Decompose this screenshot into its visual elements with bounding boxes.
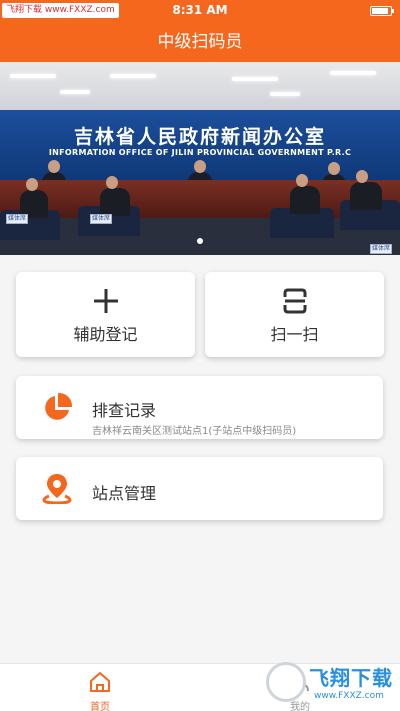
banner-subtitle: INFORMATION OFFICE OF JILIN PROVINCIAL G…: [48, 148, 352, 157]
location-pin-icon: [41, 472, 73, 505]
pie-chart-icon: [41, 392, 73, 424]
watermark-circle-icon: [266, 662, 306, 702]
seat-sign: 媒体席: [370, 244, 392, 254]
station-management-item[interactable]: 站点管理: [16, 457, 383, 520]
watermark-brand: 飞翔下载: [309, 666, 393, 690]
inspection-records-item[interactable]: 排查记录 吉林祥云南关区测试站点1(子站点中级扫码员): [16, 376, 383, 439]
stations-title: 站点管理: [92, 484, 157, 503]
tab-home[interactable]: 首页: [0, 664, 200, 711]
battery-icon: [370, 6, 394, 16]
records-title: 排查记录: [92, 401, 157, 420]
plus-icon: [16, 288, 195, 314]
home-icon: [88, 670, 112, 694]
banner-image[interactable]: 吉林省人民政府新闻办公室 INFORMATION OFFICE OF JILIN…: [0, 62, 400, 255]
register-button[interactable]: 辅助登记: [16, 272, 195, 357]
banner-audience: [0, 170, 400, 255]
seat-sign: 媒体席: [90, 214, 112, 224]
scan-button[interactable]: 扫一扫: [205, 272, 384, 357]
page-title: 中级扫码员: [0, 22, 400, 62]
register-label: 辅助登记: [73, 325, 138, 344]
seat-sign: 媒体席: [6, 214, 28, 224]
status-time: 8:31 AM: [172, 3, 228, 17]
watermark-url: www.FXXZ.com: [314, 691, 384, 701]
scan-label: 扫一扫: [270, 325, 319, 344]
banner-ceiling: [0, 62, 400, 110]
banner-title: 吉林省人民政府新闻办公室: [73, 126, 326, 148]
tab-home-label: 首页: [90, 702, 110, 711]
banner-page-indicator[interactable]: [197, 238, 203, 244]
scan-icon: [205, 288, 384, 314]
records-subtitle: 吉林祥云南关区测试站点1(子站点中级扫码员): [92, 426, 297, 437]
status-bar: 飞翔下载 www.FXXZ.com 8:31 AM: [0, 0, 400, 22]
watermark-logo: 飞翔下载 www.FXXZ.com: [264, 660, 400, 711]
